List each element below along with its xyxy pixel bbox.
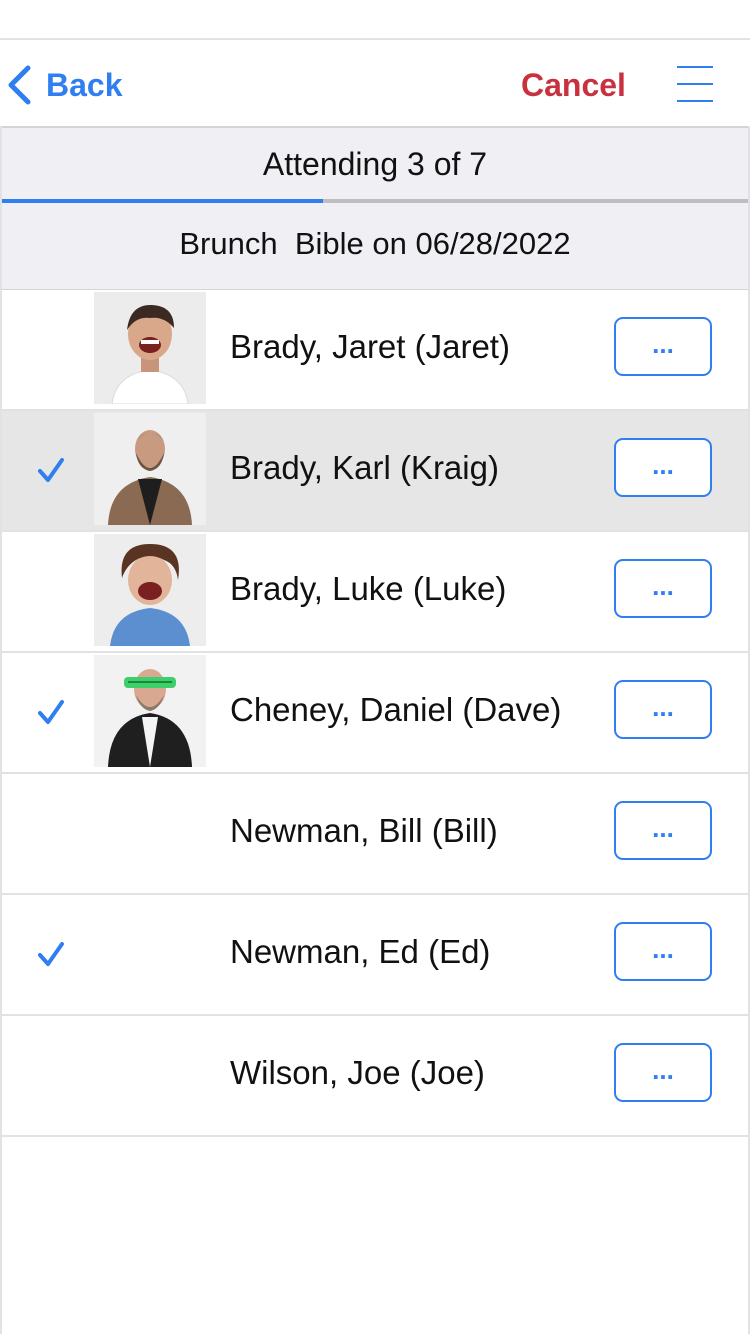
more-options-button[interactable]: ... (614, 922, 712, 981)
person-name: Brady, Luke (Luke) (230, 570, 507, 607)
more-options-button[interactable]: ... (614, 1043, 712, 1102)
attendance-progress-track (2, 199, 748, 203)
person-row[interactable]: Newman, Ed (Ed)... (2, 895, 748, 1016)
attendance-screen: Back Cancel Attending 3 of 7 Brunch Bibl… (0, 0, 750, 1334)
checkmark-icon (36, 455, 66, 485)
person-row[interactable]: Brady, Luke (Luke)... (2, 532, 748, 653)
person-name: Wilson, Joe (Joe) (230, 1054, 485, 1091)
person-photo (94, 534, 206, 646)
attendance-count: Attending 3 of 7 (262, 146, 488, 182)
nav-bar: Back (0, 40, 750, 126)
person-name: Cheney, Daniel (Dave) (230, 691, 562, 728)
person-row[interactable]: Cheney, Daniel (Dave)... (2, 653, 748, 774)
hamburger-menu-icon[interactable] (677, 66, 715, 104)
checkmark-icon (36, 939, 66, 969)
more-options-button[interactable]: ... (614, 438, 712, 497)
checkmark-icon (36, 697, 66, 727)
more-options-button[interactable]: ... (614, 559, 712, 618)
person-photo (94, 655, 206, 767)
people-list: Brady, Jaret (Jaret)... Brady, Karl (Krai… (2, 290, 748, 1137)
person-photo (94, 413, 206, 525)
more-options-button[interactable]: ... (614, 317, 712, 376)
person-name: Brady, Karl (Kraig) (230, 449, 499, 486)
person-row[interactable]: Brady, Karl (Kraig)... (2, 411, 748, 532)
more-options-button[interactable]: ... (614, 801, 712, 860)
person-row[interactable]: Wilson, Joe (Joe)... (2, 1016, 748, 1137)
person-row[interactable]: Brady, Jaret (Jaret)... (2, 290, 748, 411)
event-header: Brunch Bible on 06/28/2022 (2, 204, 748, 290)
person-name: Newman, Bill (Bill) (230, 812, 498, 849)
back-button[interactable]: Back (6, 62, 123, 108)
event-title: Brunch Bible on 06/28/2022 (179, 226, 571, 261)
person-name: Brady, Jaret (Jaret) (230, 328, 510, 365)
back-label: Back (46, 66, 123, 103)
cancel-button[interactable]: Cancel (521, 63, 626, 107)
person-name: Newman, Ed (Ed) (230, 933, 491, 970)
person-row[interactable]: Newman, Bill (Bill)... (2, 774, 748, 895)
more-options-button[interactable]: ... (614, 680, 712, 739)
attendance-tab[interactable]: Attending 3 of 7 (2, 126, 748, 204)
attendance-progress-fill (2, 199, 323, 203)
chevron-left-icon (8, 65, 31, 105)
person-photo (94, 292, 206, 404)
